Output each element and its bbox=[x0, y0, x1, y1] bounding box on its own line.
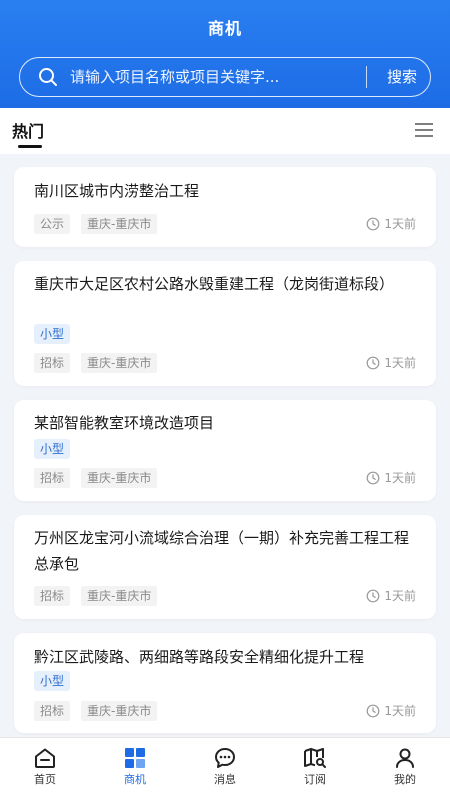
nav-item-profile[interactable]: 我的 bbox=[360, 738, 450, 800]
clock-icon bbox=[366, 356, 380, 369]
project-card[interactable]: 重庆市大足区农村公路水毁重建工程（龙岗街道标段） 小型 招标 重庆-重庆市 1天… bbox=[14, 261, 436, 386]
time-text: 1天前 bbox=[384, 704, 416, 718]
nav-item-home[interactable]: 首页 bbox=[0, 738, 90, 800]
menu-icon[interactable] bbox=[413, 120, 435, 140]
project-title: 重庆市大足区农村公路水毁重建工程（龙岗街道标段） bbox=[34, 275, 395, 293]
home-icon bbox=[35, 748, 55, 768]
region-tag: 重庆-重庆市 bbox=[81, 586, 158, 606]
time-info: 1天前 bbox=[366, 354, 416, 371]
project-card[interactable]: 南川区城市内涝整治工程 公示 重庆-重庆市 1天前 bbox=[14, 167, 436, 247]
time-info: 1天前 bbox=[366, 587, 416, 604]
tab-hot[interactable]: 热门 bbox=[12, 118, 44, 142]
app-header: 商机 搜索 bbox=[0, 0, 450, 108]
page-title: 商机 bbox=[207, 19, 242, 38]
search-button[interactable]: 搜索 bbox=[376, 58, 428, 95]
project-title: 黔江区武陵路、两细路等路段安全精细化提升工程 bbox=[34, 648, 365, 666]
nav-label: 订阅 bbox=[304, 773, 326, 786]
tab-active-indicator bbox=[18, 145, 42, 148]
size-badge: 小型 bbox=[34, 439, 71, 459]
search-icon bbox=[39, 68, 57, 86]
project-title: 万州区龙宝河小流域综合治理（一期）补充完善工程工程总承包 bbox=[34, 529, 410, 573]
nav-label: 消息 bbox=[214, 773, 236, 786]
nav-item-messages[interactable]: 消息 bbox=[180, 738, 270, 800]
region-tag: 重庆-重庆市 bbox=[81, 353, 158, 373]
nav-label: 我的 bbox=[394, 773, 416, 786]
category-tabs: 热门 bbox=[0, 108, 450, 154]
time-text: 1天前 bbox=[384, 471, 416, 485]
type-tag: 招标 bbox=[34, 468, 71, 488]
search-divider bbox=[366, 66, 367, 88]
nav-label: 商机 bbox=[124, 773, 146, 786]
nav-label: 首页 bbox=[34, 773, 56, 786]
time-text: 1天前 bbox=[384, 356, 416, 370]
clock-icon bbox=[366, 704, 380, 717]
clock-icon bbox=[366, 471, 380, 484]
size-badge: 小型 bbox=[34, 324, 71, 344]
time-info: 1天前 bbox=[366, 215, 416, 232]
region-tag: 重庆-重庆市 bbox=[81, 468, 158, 488]
user-icon bbox=[396, 748, 414, 768]
search-input[interactable] bbox=[70, 58, 360, 95]
type-tag: 招标 bbox=[34, 701, 71, 721]
project-title: 某部智能教室环境改造项目 bbox=[34, 414, 215, 432]
time-info: 1天前 bbox=[366, 469, 416, 486]
type-tag: 招标 bbox=[34, 586, 71, 606]
region-tag: 重庆-重庆市 bbox=[81, 214, 158, 234]
search-bar[interactable]: 搜索 bbox=[19, 57, 431, 97]
region-tag: 重庆-重庆市 bbox=[81, 701, 158, 721]
nav-item-business[interactable]: 商机 bbox=[90, 738, 180, 800]
project-title: 南川区城市内涝整治工程 bbox=[34, 182, 200, 200]
size-badge: 小型 bbox=[34, 671, 71, 691]
nav-item-subscribe[interactable]: 订阅 bbox=[270, 738, 360, 800]
project-card[interactable]: 黔江区武陵路、两细路等路段安全精细化提升工程 小型 招标 重庆-重庆市 1天前 bbox=[14, 633, 436, 733]
time-text: 1天前 bbox=[384, 217, 416, 231]
clock-icon bbox=[366, 217, 380, 230]
chat-icon bbox=[215, 748, 235, 768]
map-search-icon bbox=[304, 748, 326, 768]
project-card[interactable]: 某部智能教室环境改造项目 小型 招标 重庆-重庆市 1天前 bbox=[14, 400, 436, 501]
time-text: 1天前 bbox=[384, 589, 416, 603]
clock-icon bbox=[366, 589, 380, 602]
time-info: 1天前 bbox=[366, 702, 416, 719]
grid-icon bbox=[125, 748, 145, 768]
project-card[interactable]: 万州区龙宝河小流域综合治理（一期）补充完善工程工程总承包 招标 重庆-重庆市 1… bbox=[14, 515, 436, 619]
type-tag: 公示 bbox=[34, 214, 71, 234]
type-tag: 招标 bbox=[34, 353, 71, 373]
bottom-nav: 首页 商机 消息 订阅 我的 bbox=[0, 737, 450, 800]
